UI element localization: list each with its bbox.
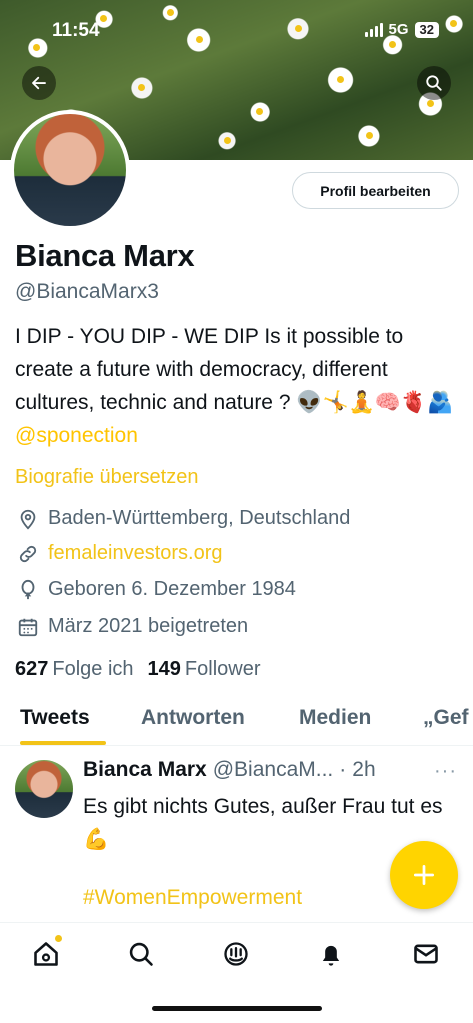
birthday-row: Geboren 6. Dezember 1984 [17,578,296,601]
balloon-icon [21,579,35,599]
birthday-text: Geboren 6. Dezember 1984 [48,578,296,600]
tweet-separator: · [339,758,347,781]
profile-tabs: Tweets Antworten Medien „Gef [0,700,473,746]
tab-likes[interactable]: „Gef [423,706,469,730]
network-label: 5G [388,21,409,38]
arrow-left-icon [32,76,46,90]
search-icon [426,75,442,91]
follow-stats: 627 Folge ich 149 Follower [15,658,260,681]
messages-icon[interactable] [412,940,440,968]
status-indicators: 5G 32 [364,21,439,38]
signal-icon [364,22,383,37]
bio-text: I DIP - YOU DIP - WE DIP Is it possible … [15,325,454,414]
profile-bio: I DIP - YOU DIP - WE DIP Is it possible … [15,320,463,452]
active-tab-indicator [20,741,106,745]
tab-tweets[interactable]: Tweets [20,706,90,730]
calendar-icon [18,618,38,636]
tweet-author-handle: @BiancaM... [212,758,334,781]
edit-profile-button[interactable]: Profil bearbeiten [292,172,459,209]
website-row: femaleinvestors.org [17,542,223,565]
status-time: 11:54 [52,20,100,41]
followers-count: 149 [147,658,181,680]
tweet-author-name: Bianca Marx [83,758,207,781]
tab-media[interactable]: Medien [299,706,371,730]
joined-row: März 2021 beigetreten [17,615,248,638]
home-indicator [152,1006,322,1011]
plus-icon [413,864,435,886]
tweet-header: Bianca Marx @BiancaM... · 2h [83,758,376,782]
location-pin-icon [20,509,36,529]
home-icon[interactable] [32,940,60,968]
search-icon[interactable] [127,940,155,968]
tweet-hashtag-link[interactable]: #WomenEmpowerment [83,886,302,910]
following-link[interactable]: 627 Folge ich [15,658,134,681]
bio-mention-link[interactable]: @sponection [15,424,138,447]
compose-tweet-button[interactable] [390,841,458,909]
profile-avatar[interactable] [10,110,130,230]
status-bar: 11:54 5G 32 [0,0,473,48]
tweet-text: Es gibt nichts Gutes, außer Frau tut es … [83,795,443,851]
location-row: Baden-Württemberg, Deutschland [17,507,350,530]
joined-text: März 2021 beigetreten [48,615,249,637]
profile-name: Bianca Marx [15,238,195,273]
link-icon [19,545,37,562]
tweet-avatar[interactable] [15,760,73,818]
tab-replies[interactable]: Antworten [141,706,245,730]
back-button[interactable] [22,66,56,100]
followers-link[interactable]: 149 Follower [148,658,261,681]
following-label: Folge ich [52,658,134,680]
tweet-time: 2h [352,758,376,781]
notifications-icon[interactable] [317,940,345,968]
spaces-icon[interactable] [222,940,250,968]
home-notification-dot [55,935,62,942]
website-link[interactable]: femaleinvestors.org [48,542,223,565]
battery-icon: 32 [414,21,439,38]
location-text: Baden-Württemberg, Deutschland [48,507,351,529]
profile-handle: @BiancaMarx3 [15,280,159,303]
more-options-icon[interactable]: ··· [434,760,457,783]
following-count: 627 [15,658,49,680]
followers-label: Follower [184,658,261,680]
translate-bio-link[interactable]: Biografie übersetzen [15,466,198,489]
search-button[interactable] [417,66,451,100]
